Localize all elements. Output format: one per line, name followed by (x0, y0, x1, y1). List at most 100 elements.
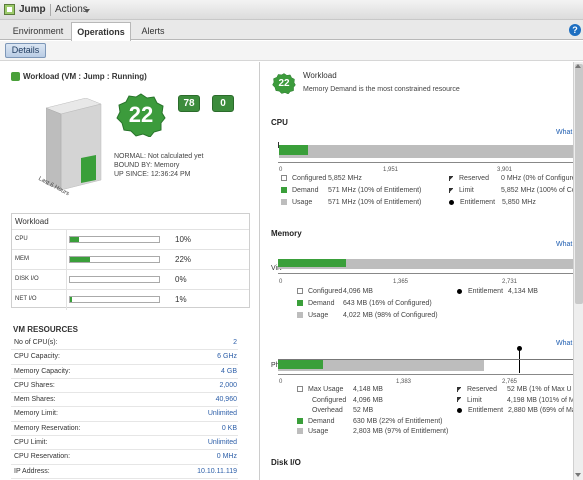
legend-item: Usage 4,022 MB (98% of Configured) (297, 312, 438, 319)
legend-value: 52 MB (1% of Max U (507, 386, 572, 393)
vm-resource-row: CPU Reservation: 0 MHz (11, 450, 238, 465)
what-if-link[interactable]: What (556, 129, 572, 136)
vm-resource-value[interactable]: 0 MHz (217, 453, 237, 460)
vm-resource-key: IP Address: (14, 467, 50, 475)
legend-item: Entitlement 5,850 MHz (449, 199, 536, 206)
panel-divider (259, 62, 260, 480)
row-divider (66, 230, 67, 250)
vertical-scrollbar[interactable] (573, 62, 583, 480)
legend-value: 4,134 MB (508, 288, 538, 295)
vm-resource-value[interactable]: 2 (233, 339, 237, 346)
workload-badge[interactable]: 22 (116, 93, 166, 137)
legend-item: Configured4,096 MB (297, 288, 373, 295)
legend-value: 5,850 MHz (502, 199, 536, 206)
gray-swatch-icon (297, 428, 303, 435)
phys-axis (278, 374, 573, 375)
vm-resource-value[interactable]: 40,960 (216, 396, 237, 403)
actions-menu[interactable]: Actions (55, 4, 88, 15)
vm-resource-key: Memory Capacity: (14, 367, 71, 375)
workload-row-pct: 1% (175, 295, 187, 304)
info-bound-by: BOUND BY: Memory (114, 162, 180, 169)
what-if-link[interactable]: What (556, 340, 572, 347)
tab-operations[interactable]: Operations (71, 22, 131, 41)
help-icon[interactable]: ? (569, 24, 581, 36)
entitlement-dot-icon (457, 407, 462, 413)
flag-icon (449, 187, 453, 193)
legend-label: Configured (308, 288, 343, 295)
entitlement-dot-icon (449, 199, 454, 205)
vm-resource-value[interactable]: 4 GB (221, 368, 237, 375)
phys-demand-bar (278, 360, 323, 369)
phys-tick: 1,383 (396, 379, 412, 385)
vm-resource-row: Memory Capacity: 4 GB (11, 365, 238, 379)
legend-value: 643 MB (16% of Configured) (343, 300, 432, 307)
vm-resource-key: CPU Reservation: (14, 453, 71, 461)
tab-alerts[interactable]: Alerts (134, 22, 172, 40)
vm-resource-value[interactable]: Unlimited (208, 410, 237, 417)
vm-resource-row: CPU Shares: 2,000 (11, 379, 238, 394)
scrollbar-thumb[interactable] (575, 64, 583, 304)
scroll-down-icon[interactable] (575, 473, 581, 477)
legend-item: Demand 630 MB (22% of Entitlement) (297, 418, 443, 425)
vm-resource-value[interactable]: Unlimited (208, 439, 237, 446)
legend-label: Limit (467, 396, 482, 404)
vm-resource-key: Mem Shares: (14, 396, 56, 404)
tab-environment[interactable]: Environment (4, 22, 72, 40)
vm-resources-table: No of CPU(s): 2 CPU Capacity: 6 GHz Memory C… (11, 336, 238, 479)
green-swatch-icon (297, 417, 303, 424)
workload-bar-fill (70, 237, 79, 242)
row-divider (66, 270, 67, 290)
vm-resource-key: CPU Capacity: (14, 353, 60, 361)
legend-label: Usage (292, 199, 313, 206)
flag-icon (449, 175, 453, 181)
disk-section-title: Disk I/O (271, 458, 301, 467)
legend-label: Entitlement (468, 407, 504, 414)
virt-demand-bar (278, 259, 346, 267)
legend-item: Demand 571 MHz (10% of Entitlement) (281, 187, 421, 194)
virt-tick: 1,365 (393, 279, 409, 285)
what-if-link[interactable]: What (556, 241, 572, 248)
chevron-down-icon[interactable] (84, 9, 90, 13)
legend-item: Max Usage 4,148 MB (297, 386, 383, 393)
info-up-since: UP SINCE: 12:36:24 PM (114, 171, 191, 178)
workload-score-small: 22 (278, 78, 290, 89)
vm-resource-row: Memory Reservation: 0 KB (11, 422, 238, 437)
cpu-usage-bar (279, 145, 573, 158)
legend-label: Max Usage (308, 386, 344, 393)
object-title: Jump (19, 4, 46, 15)
anomaly-badge[interactable]: 0 (212, 95, 234, 112)
legend-item: Limit 5,852 MHz (100% of Co (449, 187, 576, 194)
legend-value: 4,198 MB (101% of M (507, 396, 575, 404)
virt-tick: 0 (279, 279, 283, 285)
legend-item: Usage 2,803 MB (97% of Entitlement) (297, 428, 448, 435)
cpu-tick: 3,901 (497, 167, 513, 173)
green-swatch-icon (281, 187, 287, 194)
health-badge[interactable]: 78 (178, 95, 200, 112)
row-divider (66, 290, 67, 310)
legend-value: 571 MHz (10% of Entitlement) (328, 199, 422, 206)
legend-value: 0 MHz (0% of Configure (501, 175, 576, 182)
workload-bar (69, 296, 160, 303)
legend-value: 2,803 MB (97% of Entitlement) (353, 428, 449, 435)
vm-resource-row: Mem Shares: 40,960 (11, 393, 238, 408)
vm-resource-value[interactable]: 2,000 (219, 382, 237, 389)
legend-value: 4,022 MB (98% of Configured) (343, 312, 438, 319)
info-normal: NORMAL: Not calculated yet (114, 153, 204, 160)
vm-resource-value[interactable]: 10.10.11.119 (197, 468, 237, 475)
legend-label: Entitlement (468, 288, 504, 295)
entitlement-dot-icon (517, 346, 522, 351)
vm-resource-value[interactable]: 0 KB (222, 425, 237, 432)
details-button[interactable]: Details (5, 43, 46, 58)
vm-resource-value[interactable]: 6 GHz (217, 353, 237, 360)
workload-bar (69, 236, 160, 243)
legend-value: 4,148 MB (353, 386, 383, 393)
scroll-up-icon[interactable] (575, 64, 581, 68)
workload-score: 22 (128, 102, 154, 127)
legend-value: 5,852 MHz (100% of Co (501, 187, 576, 194)
workload-badge-small[interactable]: 22 (272, 73, 296, 94)
legend-item: Entitlement 2,880 MB (69% of Ma (457, 407, 576, 414)
legend-label: Demand (308, 300, 335, 307)
gray-swatch-icon (297, 312, 303, 319)
workload-box-title: Workload (15, 217, 49, 226)
legend-item: Reserved 52 MB (1% of Max U (457, 386, 572, 393)
